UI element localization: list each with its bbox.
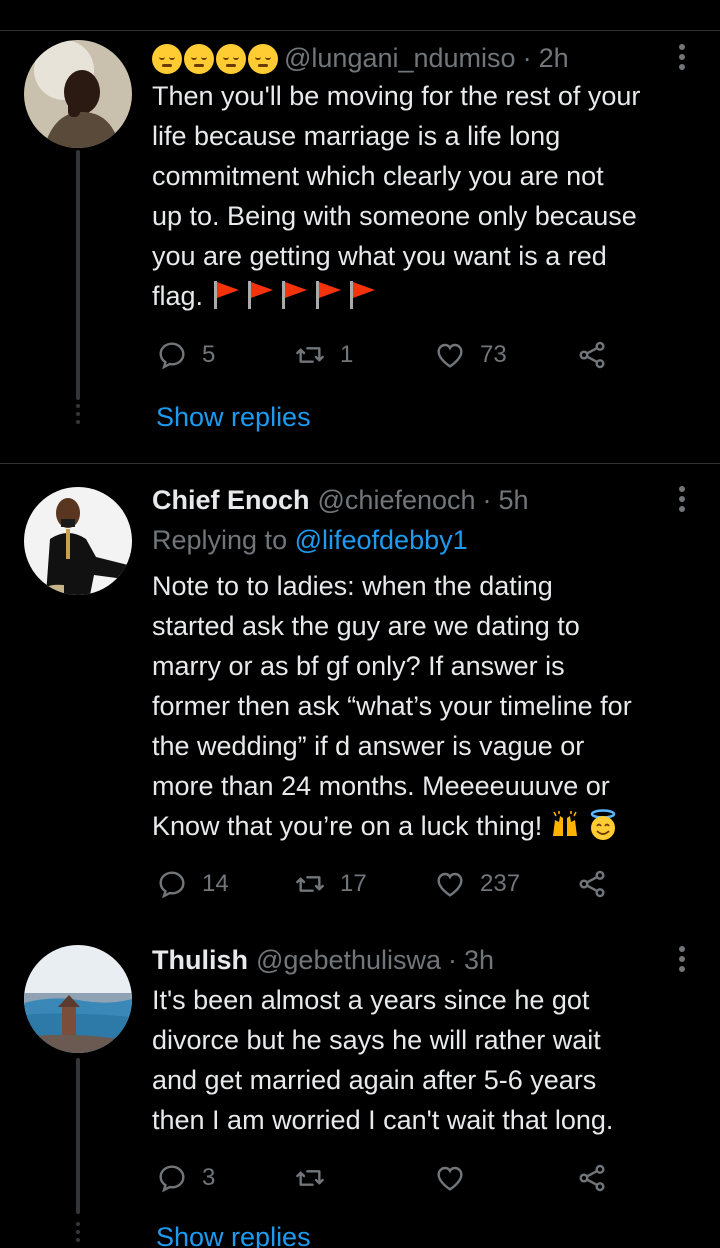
tweet-line: It's been almost a years since he got [152,985,590,1015]
more-icon[interactable] [678,44,686,74]
reply-icon [159,871,185,899]
tweet-line: and get married again after 5-6 years [152,1065,597,1095]
like-icon [437,1166,463,1191]
user-handle[interactable]: @chiefenoch [318,485,476,516]
reply-icon [159,342,185,370]
tweet-line: the wedding” if d answer is vague or [152,731,585,761]
share-icon [579,870,605,898]
red-flag-emoji [211,281,381,311]
show-replies-link[interactable]: Show replies [156,1222,311,1248]
halo-face-emoji [591,809,616,840]
share-button[interactable] [576,864,608,904]
pensive-face-emoji [152,42,280,74]
like-button[interactable] [434,1158,466,1198]
thread-line [76,1058,80,1214]
retweet-count: 1 [340,341,354,368]
tweet-line: commitment which clearly you are not [152,161,604,191]
retweet-button[interactable]: 1 [294,335,353,375]
user-handle[interactable]: @lungani_ndumiso [284,43,516,74]
avatar[interactable] [24,40,132,148]
reply-count: 3 [202,1164,216,1191]
tweet-line: Then you'll be moving for the rest of yo… [152,81,641,111]
more-icon[interactable] [678,946,686,976]
tweet-actions: 3 [152,1158,622,1198]
replying-prefix: Replying to [152,525,295,555]
share-button[interactable] [576,335,608,375]
like-count: 237 [480,870,521,897]
divider [0,463,720,464]
replying-to-link[interactable]: @lifeofdebby1 [295,525,468,555]
separator: · [522,42,532,73]
tweet-text: Then you'll be moving for the rest of yo… [152,76,700,316]
raising-hands-emoji [552,811,577,836]
tweet-line: life because marriage is a life long [152,121,561,151]
avatar[interactable] [24,487,132,595]
replying-to: Replying to @lifeofdebby1 [152,520,700,560]
separator: · [448,944,458,975]
divider [0,30,720,31]
retweet-icon [296,347,324,363]
tweet-line-last: Know that you’re on a luck thing! [152,806,700,846]
user-handle[interactable]: @gebethuliswa [256,945,441,976]
tweet-line: flag. [152,281,204,311]
avatar[interactable] [24,945,132,1053]
tweet-text: Note to to ladies: when the dating start… [152,566,700,846]
thread-dots [72,1222,84,1246]
tweet-line: up to. Being with someone only because [152,201,637,231]
tweet-line: Know that you’re on a luck thing! [152,811,543,841]
separator: · [482,484,492,515]
tweet-line: former then ask “what’s your timeline fo… [152,691,632,721]
timestamp[interactable]: 3h [464,945,494,976]
display-name[interactable]: Thulish [152,945,248,976]
tweet-line: marry or as bf gf only? If answer is [152,651,565,681]
tweet-line-last: flag. [152,276,700,316]
retweet-button[interactable]: 17 [294,864,367,904]
like-icon [437,343,463,368]
more-icon[interactable] [678,486,686,516]
like-button[interactable]: 73 [434,335,507,375]
reply-button[interactable]: 14 [156,864,229,904]
thread-line [76,150,80,400]
show-replies-link[interactable]: Show replies [156,402,311,433]
share-icon [579,341,605,369]
reply-button[interactable]: 3 [156,1158,215,1198]
tweet-text: It's been almost a years since he got di… [152,980,700,1140]
timestamp[interactable]: 5h [499,485,529,516]
like-icon [437,872,463,897]
tweet-line: divorce but he says he will rather wait [152,1025,601,1055]
timestamp[interactable]: 2h [539,43,569,74]
retweet-count: 17 [340,870,367,897]
tweet-actions: 5 1 73 [152,335,622,375]
tweet-header: @lungani_ndumiso · 2h [152,38,700,78]
like-count: 73 [480,341,507,368]
thread-dots [72,404,84,428]
retweet-icon [296,876,324,892]
reply-count: 14 [202,870,229,897]
share-icon [579,1164,605,1192]
share-button[interactable] [576,1158,608,1198]
tweet-actions: 14 17 237 [152,864,622,904]
tweet-line: Note to to ladies: when the dating [152,571,553,601]
reply-icon [159,1165,185,1193]
retweet-button[interactable] [294,1158,326,1198]
display-name[interactable]: Chief Enoch [152,485,310,516]
tweet-header: Chief Enoch @chiefenoch · 5h [152,480,700,520]
reply-button[interactable]: 5 [156,335,215,375]
reply-count: 5 [202,341,216,368]
tweet-line: you are getting what you want is a red [152,241,607,271]
tweet-line: started ask the guy are we dating to [152,611,580,641]
tweet-header: Thulish @gebethuliswa · 3h [152,940,700,980]
tweet-line: more than 24 months. Meeeeuuuve or [152,771,610,801]
like-button[interactable]: 237 [434,864,520,904]
retweet-icon [296,1170,324,1186]
tweet-line: then I am worried I can't wait that long… [152,1105,614,1135]
